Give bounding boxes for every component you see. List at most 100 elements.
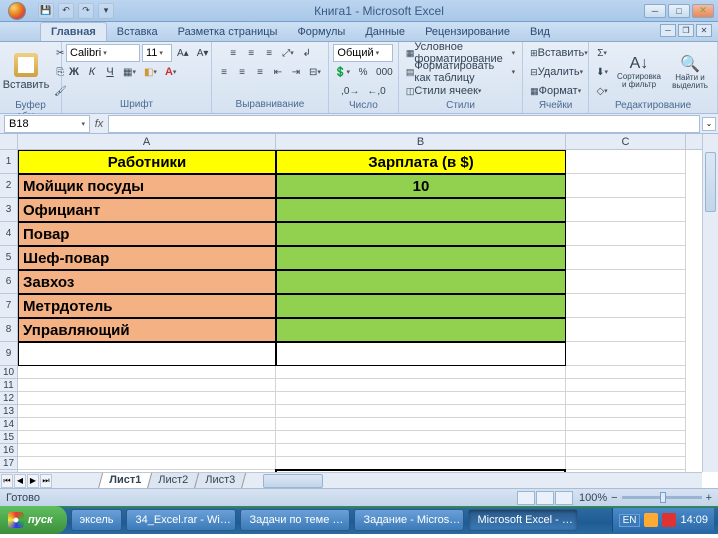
align-right-button[interactable]: ≡ (252, 63, 268, 81)
decrease-indent-button[interactable]: ⇤ (270, 63, 286, 81)
percent-button[interactable]: % (355, 63, 371, 81)
cell-B8[interactable] (276, 318, 566, 342)
minimize-button[interactable]: ─ (644, 4, 666, 18)
insert-cells-button[interactable]: ⊞ Вставить▾ (527, 44, 591, 62)
cell-C3[interactable] (566, 198, 686, 222)
hscroll-thumb[interactable] (263, 474, 323, 488)
formula-input[interactable] (108, 115, 700, 133)
sheet-nav-first[interactable]: ⏮ (1, 474, 13, 488)
clear-button[interactable]: ◇▾ (593, 82, 611, 100)
cell-A9[interactable] (18, 342, 276, 366)
cell-C10[interactable] (566, 366, 686, 379)
expand-formula-bar[interactable]: ⌄ (702, 117, 716, 131)
cell-B3[interactable] (276, 198, 566, 222)
undo-icon[interactable]: ↶ (58, 3, 74, 19)
fill-button[interactable]: ⬇▾ (593, 63, 611, 81)
underline-button[interactable]: Ч (102, 63, 118, 81)
orientation-button[interactable]: ⤢▾ (279, 44, 297, 62)
shrink-font-button[interactable]: A▾ (194, 44, 212, 62)
mdi-minimize[interactable]: ─ (660, 24, 676, 37)
cell-B4[interactable] (276, 222, 566, 246)
cell-C14[interactable] (566, 418, 686, 431)
sheet-nav-next[interactable]: ▶ (27, 474, 39, 488)
cell-B17[interactable] (276, 457, 566, 470)
zoom-out-button[interactable]: − (611, 492, 617, 504)
cell-A5[interactable]: Шеф-повар (18, 246, 276, 270)
vertical-scrollbar[interactable] (702, 134, 718, 472)
row-header-17[interactable]: 17 (0, 457, 17, 470)
cell-B7[interactable] (276, 294, 566, 318)
cell-C1[interactable] (566, 150, 686, 174)
cell-B6[interactable] (276, 270, 566, 294)
taskbar-item-4[interactable]: Microsoft Excel - … (468, 509, 578, 531)
column-header-C[interactable]: C (566, 134, 686, 149)
comma-button[interactable]: 000 (373, 63, 396, 81)
cell-C17[interactable] (566, 457, 686, 470)
fill-color-button[interactable]: ◧▾ (141, 63, 160, 81)
cell-A16[interactable] (18, 444, 276, 457)
sheet-tab-3[interactable]: Лист3 (194, 473, 246, 489)
row-header-9[interactable]: 9 (0, 342, 17, 366)
cell-B12[interactable] (276, 392, 566, 405)
worksheet-grid[interactable]: ABC 12345678910111213141516171819 Работн… (0, 134, 718, 488)
cell-A12[interactable] (18, 392, 276, 405)
view-normal-button[interactable] (517, 491, 535, 505)
increase-decimal-button[interactable]: ,0→ (338, 82, 362, 100)
cell-A6[interactable]: Завхоз (18, 270, 276, 294)
cell-B2[interactable]: 10 (276, 174, 566, 198)
cell-C5[interactable] (566, 246, 686, 270)
cell-A14[interactable] (18, 418, 276, 431)
align-middle-button[interactable]: ≡ (243, 44, 259, 62)
currency-button[interactable]: 💲▾ (331, 63, 353, 81)
cell-C15[interactable] (566, 431, 686, 444)
cell-A7[interactable]: Метрдотель (18, 294, 276, 318)
sheet-nav-last[interactable]: ⏭ (40, 474, 52, 488)
cell-A2[interactable]: Мойщик посуды (18, 174, 276, 198)
align-bottom-button[interactable]: ≡ (261, 44, 277, 62)
zoom-handle[interactable] (660, 492, 666, 503)
row-header-15[interactable]: 15 (0, 431, 17, 444)
cell-C11[interactable] (566, 379, 686, 392)
cell-C8[interactable] (566, 318, 686, 342)
fx-icon[interactable]: fx (90, 118, 108, 130)
select-all-corner[interactable] (0, 134, 18, 150)
row-header-8[interactable]: 8 (0, 318, 17, 342)
align-top-button[interactable]: ≡ (225, 44, 241, 62)
font-color-button[interactable]: A▾ (162, 63, 179, 81)
tab-data[interactable]: Данные (355, 23, 415, 41)
paste-button[interactable]: Вставить (4, 45, 48, 99)
view-pagebreak-button[interactable] (555, 491, 573, 505)
cell-C7[interactable] (566, 294, 686, 318)
row-header-2[interactable]: 2 (0, 174, 17, 198)
cell-A10[interactable] (18, 366, 276, 379)
cell-A4[interactable]: Повар (18, 222, 276, 246)
increase-indent-button[interactable]: ⇥ (288, 63, 304, 81)
cell-C9[interactable] (566, 342, 686, 366)
tab-view[interactable]: Вид (520, 23, 560, 41)
row-header-10[interactable]: 10 (0, 366, 17, 379)
tab-review[interactable]: Рецензирование (415, 23, 520, 41)
number-format-combo[interactable]: Общий▾ (333, 44, 393, 62)
cell-B11[interactable] (276, 379, 566, 392)
tab-home[interactable]: Главная (40, 22, 107, 41)
cell-A8[interactable]: Управляющий (18, 318, 276, 342)
decrease-decimal-button[interactable]: ←,0 (364, 82, 388, 100)
office-button[interactable] (0, 0, 34, 22)
cell-C6[interactable] (566, 270, 686, 294)
cell-B16[interactable] (276, 444, 566, 457)
cell-A13[interactable] (18, 405, 276, 418)
row-header-14[interactable]: 14 (0, 418, 17, 431)
taskbar-item-1[interactable]: 34_Excel.rar - Wi… (126, 509, 236, 531)
row-header-5[interactable]: 5 (0, 246, 17, 270)
column-header-A[interactable]: A (18, 134, 276, 149)
cell-C13[interactable] (566, 405, 686, 418)
delete-cells-button[interactable]: ⊟ Удалить▾ (527, 63, 586, 81)
close-button[interactable]: ✕ (692, 4, 714, 18)
tray-icon[interactable] (644, 513, 658, 527)
tray-icon-k[interactable] (662, 513, 676, 527)
row-header-7[interactable]: 7 (0, 294, 17, 318)
taskbar-item-3[interactable]: Задание - Micros… (354, 509, 464, 531)
merge-button[interactable]: ⊟▾ (306, 63, 324, 81)
row-header-11[interactable]: 11 (0, 379, 17, 392)
tab-insert[interactable]: Вставка (107, 23, 168, 41)
